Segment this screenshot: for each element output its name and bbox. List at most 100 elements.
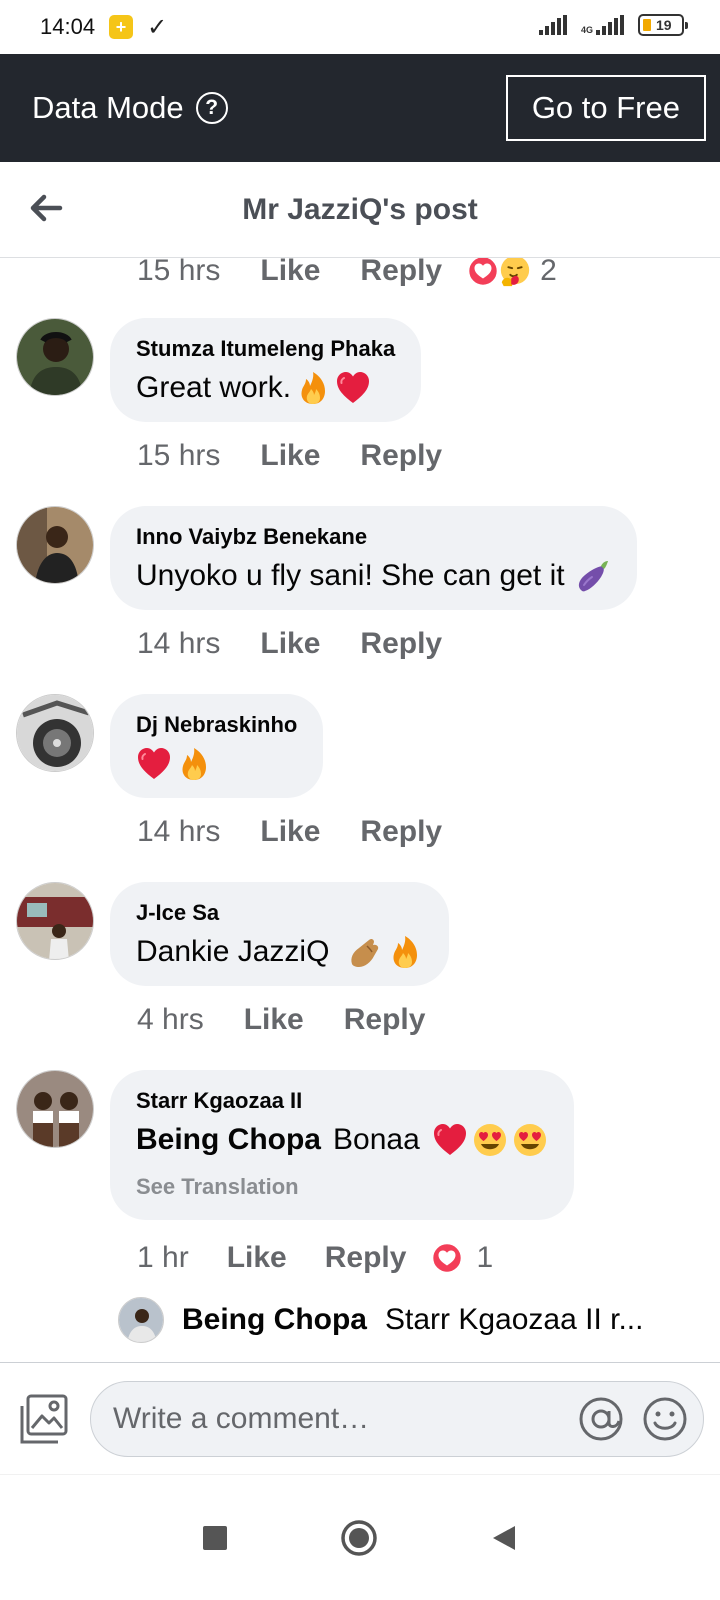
question-circle-icon[interactable]: ? — [195, 92, 228, 124]
reply-preview[interactable]: Being Chopa Starr Kgaozaa II r... — [0, 1290, 720, 1350]
avatar[interactable] — [16, 318, 94, 396]
status-left: 14:04 + ✓ — [40, 13, 167, 42]
comment-meta-row-top: 15 hrs Like Reply 2 — [0, 258, 720, 296]
comment-text: Being Chopa Bonaa — [136, 1122, 548, 1158]
image-icon[interactable] — [16, 1392, 70, 1446]
signal-icon-2 — [596, 15, 624, 35]
comment-text: Great work. — [136, 370, 395, 406]
pinched-fingers-emoji-icon — [347, 934, 383, 970]
network-type: 4G — [580, 25, 593, 35]
commenter-name[interactable]: Starr Kgaozaa II — [136, 1088, 548, 1114]
heart-emoji-icon — [432, 1122, 468, 1158]
like-button[interactable]: Like — [260, 627, 320, 661]
mention-tag[interactable]: Being Chopa — [136, 1123, 321, 1157]
reaction-count: 1 — [476, 1241, 494, 1274]
avatar[interactable] — [16, 882, 94, 960]
comment-item: Inno Vaiybz Benekane Unyoko u fly sani! … — [0, 506, 720, 616]
avatar[interactable] — [16, 506, 94, 584]
comment-item: Dj Nebraskinho — [0, 694, 720, 804]
reply-button[interactable]: Reply — [360, 439, 442, 473]
commenter-name[interactable]: Inno Vaiybz Benekane — [136, 524, 611, 550]
arrow-left-icon[interactable] — [26, 188, 66, 228]
reply-button[interactable]: Reply — [344, 1003, 426, 1037]
comment-time: 15 hrs — [137, 439, 221, 472]
fire-emoji-icon — [295, 370, 331, 406]
comment-meta-row: 4 hrs Like Reply — [0, 992, 720, 1048]
heart-emoji-icon — [335, 370, 371, 406]
comment-text: Unyoko u fly sani! She can get it — [136, 558, 611, 594]
love-reaction-icon — [466, 258, 500, 288]
comment-meta-row: 15 hrs Like Reply — [0, 428, 720, 484]
like-button[interactable]: Like — [260, 258, 320, 288]
comment-input[interactable] — [113, 1401, 561, 1436]
comment-bubble[interactable]: Stumza Itumeleng Phaka Great work. — [110, 318, 422, 422]
reply-text: Starr Kgaozaa II r... — [385, 1303, 644, 1336]
at-icon[interactable] — [577, 1395, 625, 1443]
comment-time: 15 hrs — [137, 258, 221, 287]
signal-4g-group: 4G — [581, 15, 624, 35]
status-right: 4G 19 — [538, 14, 688, 36]
heart-emoji-icon — [136, 746, 172, 782]
signal-icon — [538, 15, 567, 35]
avatar[interactable] — [16, 1070, 94, 1148]
post-header: Mr JazziQ's post — [0, 162, 720, 258]
page-title: Mr JazziQ's post — [242, 192, 478, 226]
reply-button[interactable]: Reply — [325, 1241, 407, 1275]
like-button[interactable]: Like — [227, 1241, 287, 1275]
comment-time: 14 hrs — [137, 815, 221, 848]
like-button[interactable]: Like — [244, 1003, 304, 1037]
battery-level: 19 — [656, 17, 672, 33]
notification-app-icon: + — [109, 15, 134, 39]
see-translation-link[interactable]: See Translation — [136, 1174, 548, 1200]
commenter-name[interactable]: Stumza Itumeleng Phaka — [136, 336, 395, 362]
comment-text — [136, 746, 297, 782]
comment-time: 4 hrs — [137, 1003, 204, 1036]
comment-item: Starr Kgaozaa II Being Chopa Bonaa See T… — [0, 1070, 720, 1230]
go-to-free-button[interactable]: Go to Free — [505, 75, 706, 141]
avatar[interactable] — [16, 694, 94, 772]
comment-bubble[interactable]: J-Ice Sa Dankie JazziQ — [110, 882, 450, 986]
comment-bubble[interactable]: Dj Nebraskinho — [110, 694, 324, 798]
reply-button[interactable]: Reply — [360, 815, 442, 849]
battery-icon: 19 — [638, 14, 688, 36]
status-bar: 14:04 + ✓ 4G 19 — [0, 0, 720, 54]
comment-input-wrap — [90, 1380, 704, 1457]
comment-item: J-Ice Sa Dankie JazziQ — [0, 882, 720, 992]
reactions-summary[interactable]: 2 — [466, 258, 557, 288]
reply-button[interactable]: Reply — [360, 627, 442, 661]
comment-time: 1 hr — [137, 1241, 189, 1274]
triangle-back-icon[interactable] — [489, 1523, 519, 1553]
love-reaction-icon — [430, 1241, 464, 1275]
data-mode-label: Data Mode — [32, 90, 184, 125]
fire-emoji-icon — [176, 746, 212, 782]
comment-bubble[interactable]: Starr Kgaozaa II Being Chopa Bonaa See T… — [110, 1070, 574, 1220]
reaction-count: 2 — [540, 258, 557, 287]
smile-icon[interactable] — [641, 1395, 689, 1443]
comment-bubble[interactable]: Inno Vaiybz Benekane Unyoko u fly sani! … — [110, 506, 637, 610]
status-time: 14:04 — [40, 14, 96, 39]
data-mode-bar: Data Mode ? Go to Free — [0, 54, 720, 162]
reply-button[interactable]: Reply — [360, 258, 442, 288]
fire-emoji-icon — [387, 934, 423, 970]
commenter-name[interactable]: J-Ice Sa — [136, 900, 423, 926]
care-reaction-icon — [498, 258, 532, 288]
commenter-name[interactable]: Dj Nebraskinho — [136, 712, 297, 738]
circle-icon[interactable] — [339, 1518, 379, 1558]
eggplant-emoji-icon — [575, 558, 611, 594]
like-button[interactable]: Like — [260, 815, 320, 849]
comment-composer — [0, 1362, 720, 1474]
like-button[interactable]: Like — [260, 439, 320, 473]
avatar — [118, 1297, 164, 1343]
data-mode-label-group[interactable]: Data Mode ? — [32, 90, 228, 126]
comment-item: Stumza Itumeleng Phaka Great work. — [0, 318, 720, 428]
comment-meta-row: 14 hrs Like Reply — [0, 616, 720, 672]
comment-meta-row: 1 hr Like Reply 1 — [0, 1230, 720, 1286]
comment-text-content: Unyoko u fly sani! She can get it — [136, 559, 565, 592]
square-icon[interactable] — [201, 1524, 229, 1552]
comments-list: 15 hrs Like Reply 2 Stumza Itumeleng Pha… — [0, 258, 720, 1364]
comment-time: 14 hrs — [137, 627, 221, 660]
comment-text: Dankie JazziQ — [136, 934, 423, 970]
reactions-summary[interactable]: 1 — [430, 1241, 493, 1275]
system-navigation-bar — [0, 1474, 720, 1600]
comment-text-content: Great work. — [136, 371, 292, 404]
